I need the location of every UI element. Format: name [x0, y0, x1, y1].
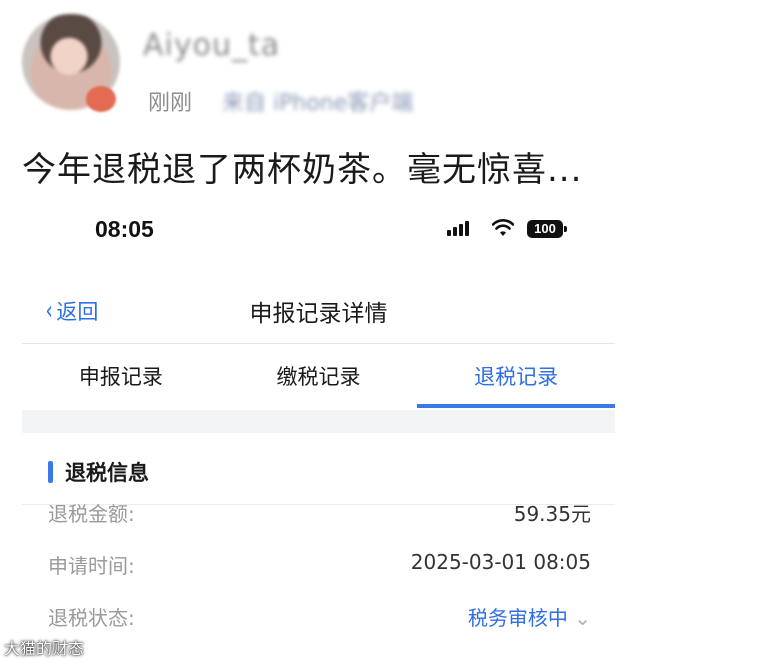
row-label: 退税状态:: [48, 606, 135, 630]
watermark: 大猫的财态: [4, 639, 85, 658]
chevron-down-icon: ⌄: [574, 606, 591, 630]
divider: [22, 343, 615, 344]
tab-declaration-records[interactable]: 申报记录: [22, 346, 220, 408]
post-caption: 今年退税退了两杯奶茶。毫无惊喜...: [22, 150, 583, 190]
tab-label: 缴税记录: [276, 365, 361, 389]
active-tab-indicator: [417, 404, 615, 408]
section-accent-bar: [48, 461, 53, 483]
wifi-icon: [491, 218, 515, 243]
embedded-screenshot: 08:05 100 ‹ 返回 申报记录详情 申报记录 缴税记录 退税记录 退税信…: [22, 198, 615, 665]
username[interactable]: Aiyou_ta: [143, 28, 280, 63]
refund-amount-value: 59.35元: [513, 502, 591, 526]
apply-time-value: 2025-03-01 08:05: [410, 550, 591, 574]
post-timestamp: 刚刚: [148, 91, 193, 116]
page-title: 申报记录详情: [249, 301, 388, 327]
post-source: 来自 iPhone客户端: [222, 91, 414, 116]
status-bar: 08:05 100: [22, 198, 615, 260]
row-label: 退税金额:: [48, 502, 135, 526]
status-text: 税务审核中: [467, 606, 568, 630]
section-gap: [22, 410, 615, 433]
tab-label: 申报记录: [78, 365, 163, 389]
avatar-badge: [86, 86, 116, 112]
status-time: 08:05: [95, 216, 154, 242]
battery-icon: 100: [527, 220, 567, 238]
signal-icon: [447, 221, 469, 236]
refund-status-value[interactable]: 税务审核中 ⌄: [468, 602, 591, 631]
section-title-text: 退税信息: [65, 461, 149, 485]
section-title: 退税信息: [48, 457, 149, 487]
tab-label: 退税记录: [474, 365, 559, 389]
row-label: 申请时间:: [48, 554, 135, 578]
nav-bar: ‹ 返回 申报记录详情: [22, 282, 615, 342]
tab-refund-records[interactable]: 退税记录: [417, 346, 615, 408]
tab-payment-records[interactable]: 缴税记录: [220, 346, 418, 408]
tab-bar: 申报记录 缴税记录 退税记录: [22, 346, 615, 408]
